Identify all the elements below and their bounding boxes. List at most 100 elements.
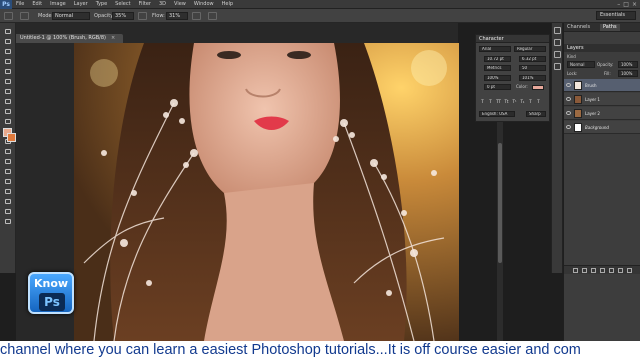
mode-select[interactable]: Normal bbox=[52, 12, 90, 20]
move-tool-icon[interactable] bbox=[3, 27, 13, 35]
layer-name: Layer 2 bbox=[585, 111, 600, 116]
paragraph-panel-icon[interactable] bbox=[554, 63, 561, 70]
lasso-tool-icon[interactable] bbox=[3, 47, 13, 55]
language-select[interactable]: English: USA bbox=[479, 111, 515, 117]
ticker-text: channel where you can learn a easiest Ph… bbox=[0, 342, 581, 358]
menu-window[interactable]: Window bbox=[190, 0, 218, 9]
leading-field[interactable]: 6.32 pt bbox=[519, 56, 546, 62]
subscript-button[interactable]: T₁ bbox=[520, 99, 525, 104]
layer-row-layer-1[interactable]: Layer 1 bbox=[564, 93, 640, 106]
shape-tool-icon[interactable] bbox=[3, 197, 13, 205]
all-caps-button[interactable]: TT bbox=[496, 99, 501, 104]
history-panel-icon[interactable] bbox=[554, 27, 561, 34]
document-tab[interactable]: Untitled-1 @ 100% (Brush, RGB/8) × bbox=[16, 34, 124, 43]
layer-thumbnail bbox=[574, 123, 582, 132]
layer-opacity-field[interactable]: 100% bbox=[618, 61, 638, 68]
channel-strip bbox=[564, 33, 640, 41]
faux-bold-button[interactable]: T bbox=[480, 99, 485, 104]
type-tool-icon[interactable] bbox=[3, 177, 13, 185]
brush-tool-icon[interactable] bbox=[3, 97, 13, 105]
faux-italic-button[interactable]: T bbox=[488, 99, 493, 104]
opacity-field[interactable]: 35% bbox=[112, 12, 134, 20]
antialias-select[interactable]: Sharp bbox=[526, 111, 546, 117]
maximize-icon[interactable]: □ bbox=[623, 1, 629, 8]
kerning-field[interactable]: Metrics bbox=[484, 65, 511, 71]
eyedropper-tool-icon[interactable] bbox=[3, 77, 13, 85]
menu-edit[interactable]: Edit bbox=[28, 0, 46, 9]
adjustment-layer-icon[interactable] bbox=[600, 267, 605, 273]
minimize-icon[interactable]: – bbox=[617, 1, 620, 8]
brush-preset-icon[interactable] bbox=[4, 12, 13, 20]
baseline-shift-field[interactable]: 0 pt bbox=[484, 84, 511, 90]
caption-ticker: channel where you can learn a easiest Ph… bbox=[0, 341, 640, 360]
layer-row-brush[interactable]: Brush bbox=[564, 79, 640, 92]
tab-paths[interactable]: Paths bbox=[600, 24, 620, 31]
menu-view[interactable]: View bbox=[170, 0, 190, 9]
visibility-eye-icon[interactable] bbox=[566, 83, 571, 87]
dodge-tool-icon[interactable] bbox=[3, 157, 13, 165]
superscript-button[interactable]: T¹ bbox=[512, 99, 517, 104]
close-icon[interactable]: × bbox=[632, 1, 637, 8]
menu-filter[interactable]: Filter bbox=[135, 0, 155, 9]
underline-button[interactable]: T bbox=[528, 99, 533, 104]
zoom-tool-icon[interactable] bbox=[3, 217, 13, 225]
background-color-swatch[interactable] bbox=[7, 133, 16, 142]
font-size-field[interactable]: 10.72 pt bbox=[484, 56, 511, 62]
new-layer-icon[interactable] bbox=[618, 267, 623, 273]
airbrush-icon[interactable] bbox=[192, 12, 201, 20]
delete-layer-icon[interactable] bbox=[627, 267, 632, 273]
visibility-eye-icon[interactable] bbox=[566, 125, 571, 129]
layer-thumbnail bbox=[574, 109, 582, 118]
visibility-eye-icon[interactable] bbox=[566, 111, 571, 115]
layer-row-layer-2[interactable]: Layer 2 bbox=[564, 107, 640, 120]
pen-tool-icon[interactable] bbox=[3, 167, 13, 175]
portrait-photo bbox=[74, 43, 459, 341]
new-group-icon[interactable] bbox=[609, 267, 614, 273]
tracking-field[interactable]: 50 bbox=[519, 65, 546, 71]
layer-name: Background bbox=[585, 125, 609, 130]
small-caps-button[interactable]: Tt bbox=[504, 99, 509, 104]
vertical-scale-field[interactable]: 100% bbox=[484, 75, 511, 81]
menu-file[interactable]: File bbox=[12, 0, 28, 9]
visibility-eye-icon[interactable] bbox=[566, 97, 571, 101]
text-color-swatch[interactable] bbox=[532, 85, 544, 90]
strikethrough-button[interactable]: T bbox=[536, 99, 541, 104]
layer-row-background[interactable]: Background bbox=[564, 121, 640, 134]
add-mask-icon[interactable] bbox=[591, 267, 596, 273]
menu-type[interactable]: Type bbox=[92, 0, 111, 9]
quick-select-tool-icon[interactable] bbox=[3, 57, 13, 65]
font-style-select[interactable]: Regular bbox=[514, 46, 546, 52]
window-controls: – □ × bbox=[614, 0, 640, 9]
menu-image[interactable]: Image bbox=[46, 0, 70, 9]
scrollbar-thumb[interactable] bbox=[498, 143, 502, 263]
marquee-tool-icon[interactable] bbox=[3, 37, 13, 45]
layer-fill-field[interactable]: 100% bbox=[618, 70, 638, 77]
horizontal-scale-field[interactable]: 101% bbox=[519, 75, 546, 81]
blur-tool-icon[interactable] bbox=[3, 147, 13, 155]
blend-mode-select[interactable]: Normal bbox=[567, 61, 595, 68]
image-canvas[interactable] bbox=[74, 43, 459, 341]
tab-channels[interactable]: Channels bbox=[564, 24, 593, 31]
menu-select[interactable]: Select bbox=[111, 0, 134, 9]
brush-panel-icon[interactable] bbox=[20, 12, 29, 20]
menu-help[interactable]: Help bbox=[218, 0, 237, 9]
font-family-select[interactable]: Arial bbox=[479, 46, 511, 52]
crop-tool-icon[interactable] bbox=[3, 67, 13, 75]
pressure-opacity-icon[interactable] bbox=[138, 12, 147, 20]
close-tab-icon[interactable]: × bbox=[111, 35, 115, 41]
tools-panel bbox=[0, 23, 16, 273]
history-brush-tool-icon[interactable] bbox=[3, 117, 13, 125]
clone-stamp-tool-icon[interactable] bbox=[3, 107, 13, 115]
path-select-tool-icon[interactable] bbox=[3, 187, 13, 195]
link-layers-icon[interactable] bbox=[573, 267, 578, 273]
workspace-select[interactable]: Essentials bbox=[596, 11, 636, 20]
hand-tool-icon[interactable] bbox=[3, 207, 13, 215]
pressure-size-icon[interactable] bbox=[208, 12, 217, 20]
menu-3d[interactable]: 3D bbox=[155, 0, 170, 9]
character-panel-icon[interactable] bbox=[554, 51, 561, 58]
healing-brush-tool-icon[interactable] bbox=[3, 87, 13, 95]
add-style-icon[interactable] bbox=[582, 267, 587, 273]
properties-panel-icon[interactable] bbox=[554, 39, 561, 46]
flow-field[interactable]: 31% bbox=[166, 12, 188, 20]
menu-layer[interactable]: Layer bbox=[70, 0, 92, 9]
